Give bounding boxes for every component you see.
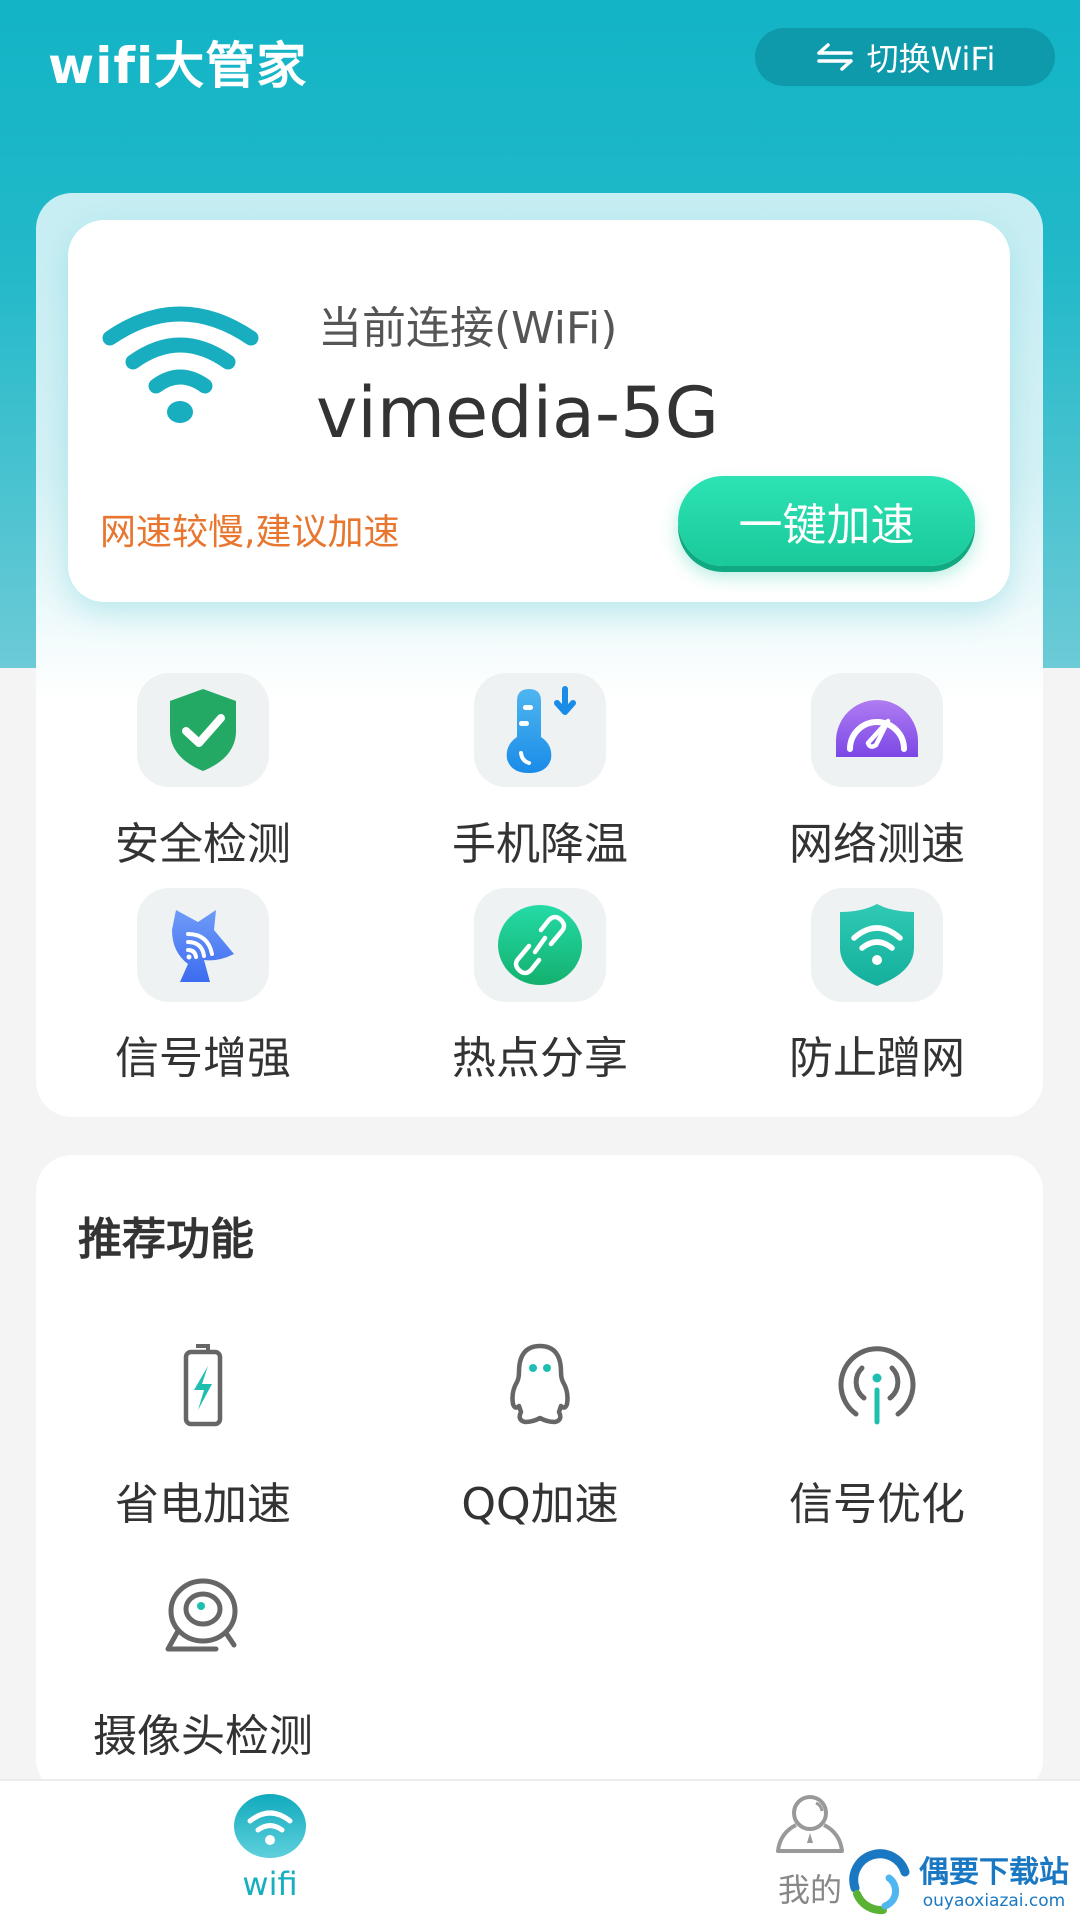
- speed-warning: 网速较慢,建议加速: [100, 512, 400, 553]
- wifi-icon: [102, 306, 259, 423]
- tool-speed-test[interactable]: [811, 673, 943, 787]
- wifi-icon: [234, 1794, 306, 1858]
- rec-item-label: QQ加速: [461, 1479, 619, 1530]
- satellite-dish-icon: [172, 910, 234, 982]
- webcam-icon: [165, 1578, 238, 1652]
- swap-arrows-icon: [816, 43, 853, 71]
- user-icon: [776, 1795, 844, 1853]
- recommended-title: 推荐功能: [78, 1214, 254, 1265]
- tool-security-check[interactable]: [137, 673, 269, 787]
- tool-label: 手机降温: [452, 819, 628, 870]
- one-click-boost-button[interactable]: 一键加速: [678, 476, 975, 566]
- tool-hotspot-share[interactable]: [474, 888, 606, 1002]
- tool-label: 防止蹭网: [789, 1033, 965, 1084]
- connection-label: 当前连接(WiFi): [318, 303, 618, 354]
- app-title: wifi大管家: [48, 37, 308, 95]
- tool-label: 信号增强: [115, 1033, 291, 1084]
- switch-wifi-label: 切换WiFi: [866, 40, 996, 78]
- thermometer-icon: [506, 686, 576, 773]
- tool-label: 安全检测: [115, 819, 291, 870]
- watermark-domain: ouyaoxiazai.com: [922, 1890, 1066, 1911]
- tool-signal-boost[interactable]: [137, 888, 269, 1002]
- battery-icon: [183, 1344, 223, 1427]
- switch-wifi-button[interactable]: 切换WiFi: [755, 28, 1055, 86]
- wifi-shield-icon: [840, 904, 914, 986]
- signal-icon: [838, 1346, 916, 1425]
- watermark: 偶要下载站 ouyaoxiazai.com: [845, 1845, 1080, 1920]
- link-icon: [498, 905, 582, 985]
- nav-label-wifi: wifi: [242, 1865, 298, 1903]
- rec-item-label: 摄像头检测: [93, 1711, 313, 1762]
- tool-label: 热点分享: [452, 1033, 628, 1084]
- rec-item-label: 省电加速: [115, 1479, 291, 1530]
- speedometer-icon: [836, 700, 918, 757]
- wifi-ssid: vimedia-5G: [316, 372, 719, 454]
- tool-anti-freeload[interactable]: [811, 888, 943, 1002]
- nav-tab-wifi[interactable]: wifi: [120, 1779, 420, 1920]
- qq-penguin-icon: [510, 1343, 570, 1425]
- tool-label: 网络测速: [789, 819, 965, 870]
- tool-phone-cooling[interactable]: [474, 673, 606, 787]
- rec-item-label: 信号优化: [789, 1479, 965, 1530]
- watermark-name: 偶要下载站: [919, 1854, 1069, 1890]
- watermark-logo-icon: [849, 1848, 910, 1914]
- shield-check-icon: [170, 689, 236, 771]
